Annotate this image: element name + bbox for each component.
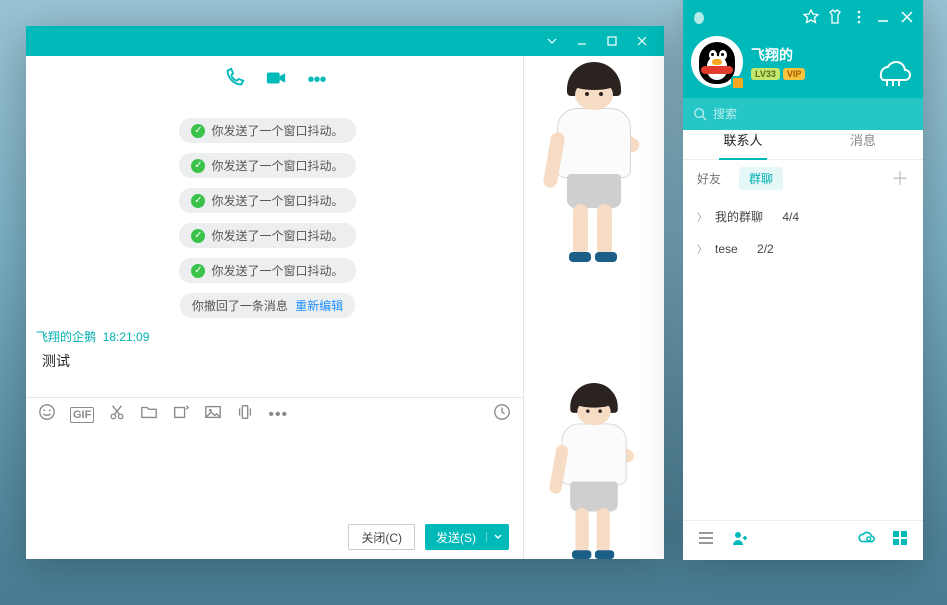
hamburger-icon[interactable] (697, 529, 715, 552)
main-panel: 飞翔的 LV33 VIP 联系人 消息 好友 群聊 ＋ 〉 我的群聊 4/ (683, 0, 923, 560)
history-icon[interactable] (493, 403, 511, 426)
search-input[interactable] (713, 107, 913, 121)
group-list: 〉 我的群聊 4/4 〉 tese 2/2 (683, 196, 923, 520)
maximize-button[interactable] (598, 30, 626, 52)
chat-window: ••• ✓ 你发送了一个窗口抖动。 ✓ 你发送了一个窗口抖动。 ✓ 你发送了一个窗口抖动。… (26, 26, 664, 559)
weather-icon[interactable] (871, 56, 913, 91)
toolbar-more-icon[interactable]: ••• (268, 406, 288, 424)
send-options-icon (486, 532, 508, 542)
emoji-icon[interactable] (38, 403, 56, 426)
panel-close-button[interactable] (899, 9, 915, 25)
shake-text: 你发送了一个窗口抖动。 (211, 157, 343, 174)
screenshot-icon[interactable] (172, 403, 190, 426)
recall-text: 你撤回了一条消息 (192, 299, 288, 313)
shake-pill: ✓ 你发送了一个窗口抖动。 (179, 153, 355, 178)
menu-dots-icon[interactable] (851, 9, 867, 25)
dropdown-button[interactable] (538, 30, 566, 52)
search-icon (693, 107, 707, 121)
message-time: 18:21:09 (103, 330, 150, 344)
message-meta: 飞翔的企鹅 18:21:09 (36, 328, 499, 345)
vip-badge: VIP (783, 68, 806, 80)
subtab-groups[interactable]: 群聊 (739, 167, 783, 190)
check-icon: ✓ (191, 194, 205, 208)
send-button[interactable]: 发送(S) (425, 524, 509, 550)
check-icon: ✓ (191, 124, 205, 138)
close-button[interactable] (628, 30, 656, 52)
shake-text: 你发送了一个窗口抖动。 (211, 262, 343, 279)
group-count: 2/2 (757, 242, 774, 256)
add-contact-icon[interactable] (731, 529, 749, 552)
chat-side-panel (524, 56, 664, 559)
message-text: 测试 (42, 351, 499, 371)
panel-minimize-button[interactable] (875, 9, 891, 25)
sender-name: 飞翔的企鹅 (36, 330, 96, 344)
group-name: 我的群聊 (715, 208, 763, 225)
check-icon: ✓ (191, 264, 205, 278)
close-chat-button[interactable]: 关闭(C) (348, 524, 415, 550)
profile-avatar[interactable] (691, 36, 743, 88)
shake-text: 你发送了一个窗口抖动。 (211, 192, 343, 209)
group-name: tese (715, 242, 738, 256)
shake-pill: ✓ 你发送了一个窗口抖动。 (179, 258, 355, 283)
contact-avatar[interactable] (539, 62, 649, 262)
apps-icon[interactable] (891, 529, 909, 552)
image-icon[interactable] (204, 403, 222, 426)
folder-icon[interactable] (140, 403, 158, 426)
bottom-toolbar (683, 520, 923, 560)
re-edit-link[interactable]: 重新编辑 (295, 299, 343, 313)
star-icon[interactable] (803, 9, 819, 25)
self-avatar[interactable] (546, 383, 643, 533)
chevron-right-icon: 〉 (697, 209, 707, 224)
tshirt-icon[interactable] (827, 9, 843, 25)
video-call-icon[interactable] (265, 67, 287, 94)
message-input[interactable] (26, 431, 523, 515)
message-area: ✓ 你发送了一个窗口抖动。 ✓ 你发送了一个窗口抖动。 ✓ 你发送了一个窗口抖动。 ✓ 你发送… (26, 104, 523, 397)
subtab-friends[interactable]: 好友 (697, 170, 721, 187)
list-item[interactable]: 〉 我的群聊 4/4 (693, 200, 913, 233)
add-button[interactable]: ＋ (891, 165, 909, 191)
gif-icon[interactable]: GIF (70, 407, 94, 423)
more-icon[interactable]: ••• (307, 69, 325, 92)
level-badge: LV33 (751, 68, 780, 80)
check-icon: ✓ (191, 159, 205, 173)
chevron-right-icon: 〉 (697, 241, 707, 256)
cut-icon[interactable] (108, 403, 126, 426)
chat-titlebar (26, 26, 664, 56)
cloud-icon[interactable] (857, 529, 875, 552)
voice-call-icon[interactable] (223, 67, 245, 94)
recall-pill: 你撤回了一条消息 重新编辑 (180, 293, 355, 318)
minimize-button[interactable] (568, 30, 596, 52)
editor-toolbar: GIF ••• (26, 397, 523, 431)
tab-contacts[interactable]: 联系人 (683, 120, 803, 159)
call-toolbar: ••• (26, 56, 523, 104)
penguin-status-icon[interactable] (691, 9, 707, 25)
shake-icon[interactable] (236, 403, 254, 426)
shake-pill: ✓ 你发送了一个窗口抖动。 (179, 118, 355, 143)
list-item[interactable]: 〉 tese 2/2 (693, 233, 913, 264)
group-count: 4/4 (782, 210, 799, 224)
status-badge-icon (731, 76, 745, 90)
profile-name[interactable]: 飞翔的 (751, 45, 805, 65)
tab-messages[interactable]: 消息 (803, 120, 923, 159)
shake-text: 你发送了一个窗口抖动。 (211, 122, 343, 139)
check-icon: ✓ (191, 229, 205, 243)
shake-pill: ✓ 你发送了一个窗口抖动。 (179, 223, 355, 248)
shake-text: 你发送了一个窗口抖动。 (211, 227, 343, 244)
shake-pill: ✓ 你发送了一个窗口抖动。 (179, 188, 355, 213)
